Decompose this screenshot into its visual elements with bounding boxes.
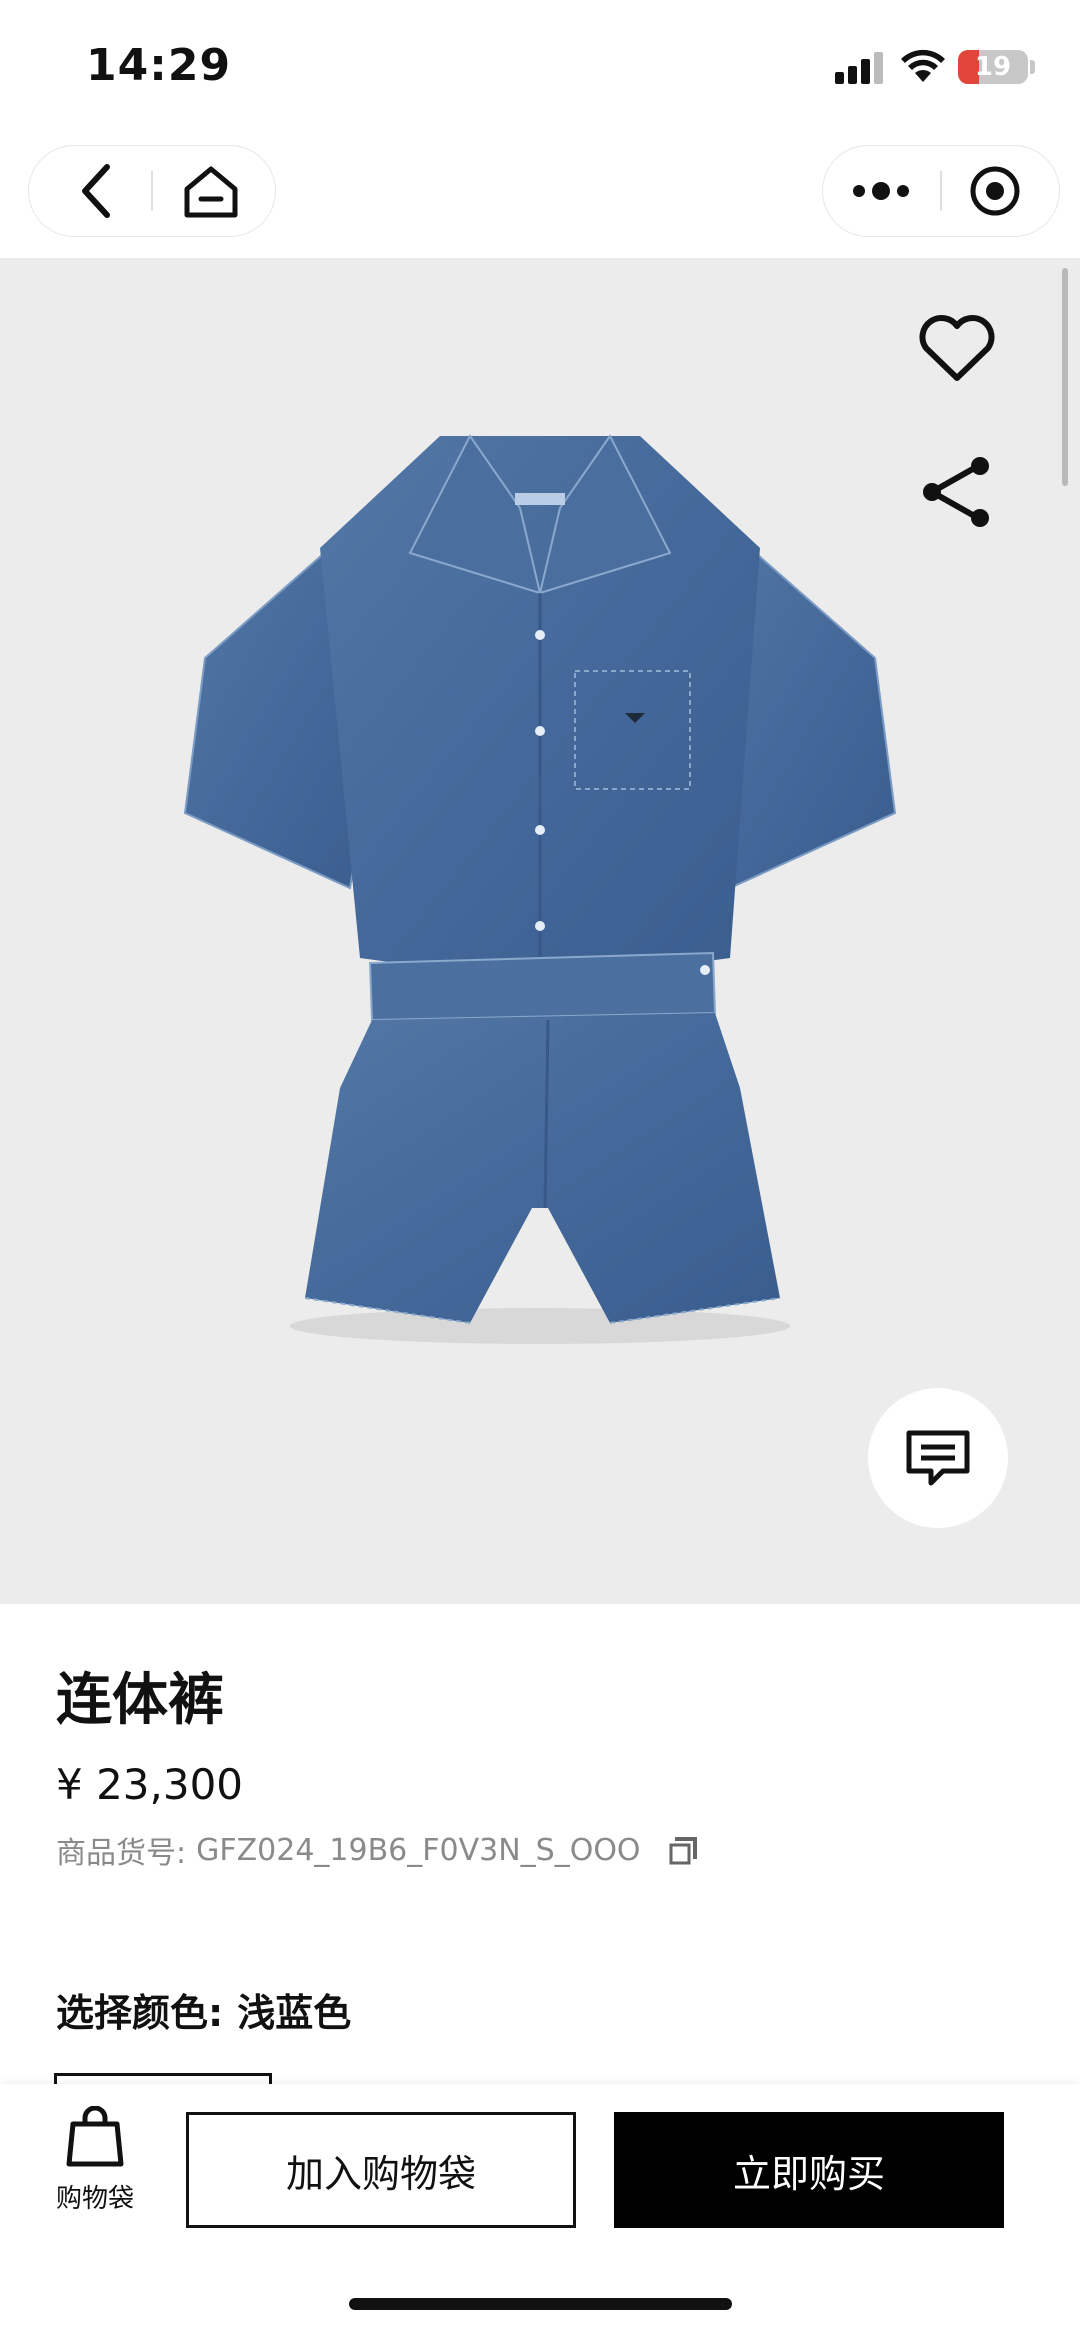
battery-tip — [1030, 60, 1035, 74]
color-value: 浅蓝色 — [237, 1991, 352, 2035]
heart-icon[interactable] — [916, 312, 998, 384]
back-icon — [82, 164, 110, 218]
bag-icon — [66, 2105, 124, 2167]
home-indicator — [349, 2298, 732, 2310]
status-time: 14:29 — [86, 40, 232, 91]
share-icon[interactable] — [916, 452, 998, 534]
battery-icon: 19 — [958, 50, 1028, 84]
product-title: 连体裤 — [56, 1668, 224, 1733]
home-icon — [184, 166, 238, 218]
add-to-bag-button[interactable]: 加入购物袋 — [186, 2112, 576, 2228]
miniprogram-capsule — [822, 145, 1060, 237]
wifi-icon — [901, 49, 945, 82]
chat-icon — [906, 1430, 970, 1486]
home-button[interactable] — [161, 146, 261, 236]
bag-label: 购物袋 — [55, 2184, 134, 2214]
capsule-divider — [940, 171, 942, 211]
more-button[interactable] — [831, 146, 931, 236]
bag-button[interactable]: 购物袋 — [40, 2105, 150, 2215]
buy-now-button[interactable]: 立即购买 — [614, 2112, 1004, 2228]
copy-icon[interactable] — [667, 1833, 701, 1867]
signal-icon — [835, 52, 883, 84]
sku-label: 商品货号: — [56, 1836, 187, 1871]
more-icon — [853, 182, 909, 200]
sku-value: GFZ024_19B6_F0V3N_S_OOO — [196, 1832, 641, 1868]
back-button[interactable] — [47, 146, 147, 236]
scrollbar[interactable] — [1062, 268, 1068, 486]
product-sku: 商品货号: GFZ024_19B6_F0V3N_S_OOO — [56, 1828, 701, 1872]
color-selector-label: 选择颜色: 浅蓝色 — [56, 1982, 351, 2037]
close-target-icon — [970, 166, 1020, 216]
battery-level: 19 — [974, 52, 1012, 82]
customer-service-button[interactable] — [868, 1388, 1008, 1528]
close-button[interactable] — [945, 146, 1045, 236]
status-bar: 14:29 19 — [0, 0, 1080, 140]
product-price: ¥ 23,300 — [56, 1760, 244, 1809]
nav-capsule — [28, 145, 276, 237]
color-label: 选择颜色: — [56, 1991, 224, 2035]
capsule-divider — [151, 171, 153, 211]
